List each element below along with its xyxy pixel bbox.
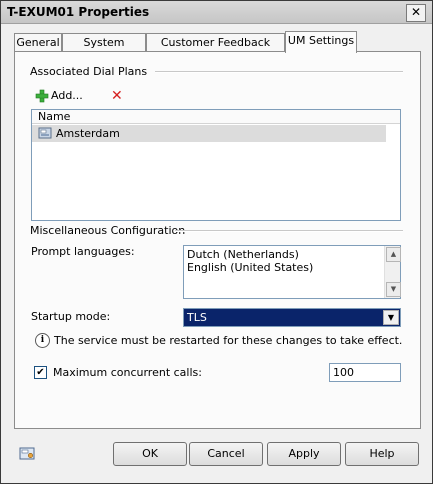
dial-plans-list[interactable]: Name Amsterdam <box>31 109 401 221</box>
max-calls-label: Maximum concurrent calls: <box>53 366 202 379</box>
um-settings-panel: Associated Dial Plans Add... ✕ Name Amst… <box>14 51 421 429</box>
tab-um-settings[interactable]: UM Settings <box>285 31 357 53</box>
add-icon[interactable] <box>35 89 49 103</box>
properties-dialog: T-EXUM01 Properties ✕ General System Set… <box>0 0 433 484</box>
restart-note: The service must be restarted for these … <box>54 334 403 347</box>
info-icon: i <box>35 333 50 348</box>
startup-mode-label: Startup mode: <box>31 310 111 323</box>
ok-button[interactable]: OK <box>113 442 187 466</box>
tab-customer-feedback-options[interactable]: Customer Feedback Options <box>146 33 285 66</box>
max-calls-value: 100 <box>333 366 354 379</box>
startup-mode-select[interactable]: TLS ▼ <box>183 308 401 327</box>
prompt-languages-list[interactable]: Dutch (Netherlands) English (United Stat… <box>183 245 401 299</box>
list-item[interactable]: Amsterdam <box>32 125 386 142</box>
group-divider <box>155 71 403 73</box>
language-item[interactable]: Dutch (Netherlands) <box>187 248 299 261</box>
list-item-label: Amsterdam <box>56 127 120 140</box>
dial-plan-icon <box>38 127 52 139</box>
startup-mode-value: TLS <box>187 311 207 324</box>
add-button[interactable]: Add... <box>51 89 83 102</box>
prompt-languages-label: Prompt languages: <box>31 245 135 258</box>
group-divider <box>175 230 403 232</box>
language-item[interactable]: English (United States) <box>187 261 313 274</box>
misc-config-label: Miscellaneous Configuration <box>30 224 186 237</box>
close-button[interactable]: ✕ <box>406 4 426 22</box>
cancel-button[interactable]: Cancel <box>189 442 263 466</box>
scroll-up-icon[interactable]: ▲ <box>386 247 401 262</box>
associated-dial-plans-label: Associated Dial Plans <box>30 65 148 78</box>
column-header-label: Name <box>38 110 71 123</box>
vertical-scrollbar[interactable]: ▲ ▼ <box>384 246 401 298</box>
tab-general[interactable]: General <box>14 33 62 52</box>
max-calls-checkbox[interactable]: ✔ <box>34 366 47 379</box>
scroll-down-icon[interactable]: ▼ <box>386 282 401 297</box>
chevron-down-icon[interactable]: ▼ <box>383 310 399 325</box>
tab-system-settings[interactable]: System Settings <box>62 33 146 66</box>
remove-icon[interactable]: ✕ <box>111 89 123 103</box>
title-bar[interactable]: T-EXUM01 Properties ✕ <box>1 1 432 24</box>
max-calls-input[interactable]: 100 <box>329 363 401 382</box>
window-title: T-EXUM01 Properties <box>7 5 150 19</box>
help-button[interactable]: Help <box>345 442 419 466</box>
server-properties-icon <box>19 447 35 460</box>
column-header-name[interactable]: Name <box>32 110 400 124</box>
apply-button[interactable]: Apply <box>267 442 341 466</box>
